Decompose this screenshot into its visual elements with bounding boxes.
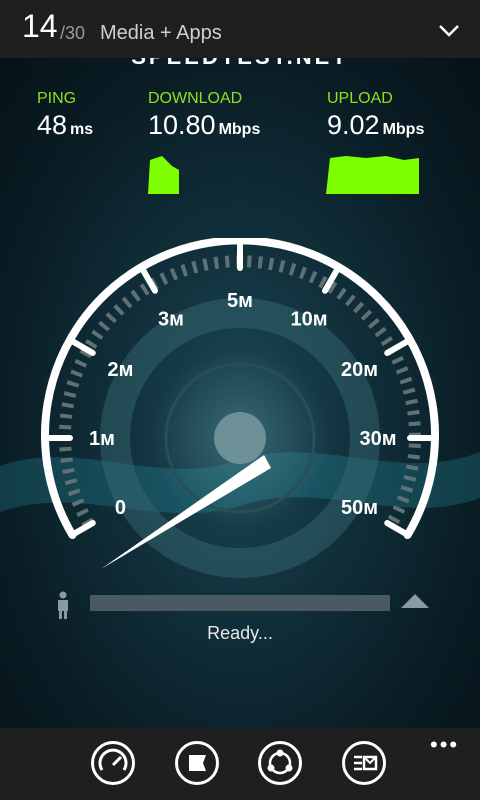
gauge-tick-label: 30м [359,428,396,450]
status-text: Ready... [207,623,273,643]
upload-value: 9.02 Mbps [327,110,424,141]
person-icon [58,591,68,619]
chevron-down-icon[interactable] [438,24,460,38]
page-total: /30 [60,23,86,43]
server-icon [401,594,429,608]
ping-label: PING [37,90,77,107]
section-title[interactable]: Media + Apps [100,22,222,45]
app-logo-text: SPEEDTEST.NET [0,58,480,70]
speedometer-icon [98,748,128,771]
gauge-tick-mark [384,520,412,538]
results-icon [354,755,378,771]
upload-number: 9.02 [327,110,380,140]
results-button[interactable] [342,741,386,785]
gauge-tick-label: 0 [115,497,126,519]
page-index: 14 [22,8,58,44]
speedtest-app: SPEEDTEST.NET PING 48ms DOWNLOAD 10.80Mb… [0,58,480,728]
share-icon [267,749,293,775]
top-bar: 14 /30 Media + Apps [0,0,480,58]
upload-unit: Mbps [382,121,425,138]
upload-label: UPLOAD [327,90,393,107]
app-bar: ••• [0,728,480,800]
gauge-tick-label: 50м [341,497,378,519]
gauge-tick-label: 2м [108,359,134,381]
upload-speed-graph [326,156,419,194]
speed-gauge: 0 1м 2м 3м 5м 10м 20м 30м 50м [0,238,480,578]
share-button[interactable] [258,741,302,785]
gauge-tick-label: 20м [341,359,378,381]
download-label: DOWNLOAD [148,90,243,107]
flag-button[interactable] [175,741,219,785]
ping-number: 48 [37,110,68,140]
download-speed-graph [148,156,179,194]
gauge-tick-label: 10м [290,308,327,330]
ping-unit: ms [70,121,94,138]
gauge-tick-mark [384,338,412,356]
flag-icon [189,755,206,771]
download-value: 10.80 Mbps [148,110,260,141]
test-progress-bar [90,595,390,611]
gauge-hub [214,412,266,464]
download-unit: Mbps [218,121,261,138]
more-options-icon[interactable]: ••• [430,732,459,758]
speedometer-button[interactable] [91,741,135,785]
ping-value: 48 ms [37,110,93,141]
download-number: 10.80 [148,110,216,140]
gauge-tick-label: 1м [89,428,115,450]
gauge-tick-label: 3м [158,308,184,330]
gauge-tick-label: 5м [227,290,253,312]
